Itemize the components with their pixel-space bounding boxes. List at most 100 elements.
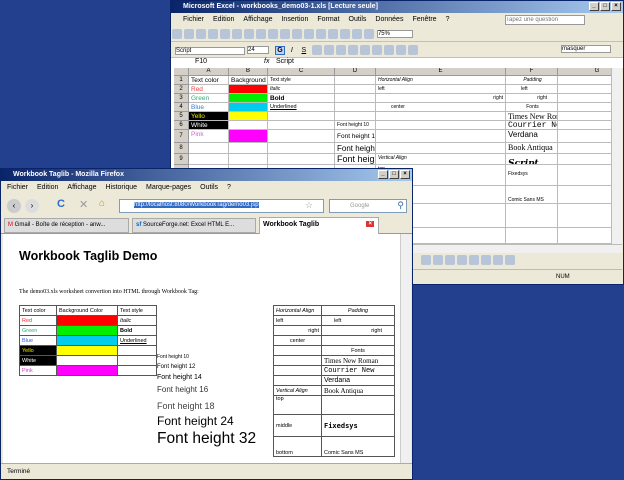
- row-header[interactable]: 7: [174, 130, 189, 143]
- euro-icon[interactable]: [371, 45, 382, 55]
- cell[interactable]: [229, 103, 268, 112]
- sum-icon[interactable]: [316, 29, 326, 39]
- menu-insertion[interactable]: Insertion: [281, 13, 308, 26]
- print-icon[interactable]: [208, 29, 218, 39]
- cell[interactable]: Bold: [268, 94, 335, 103]
- font-color-icon[interactable]: [445, 255, 455, 265]
- cell[interactable]: Padding: [506, 76, 558, 85]
- row-header[interactable]: 9: [174, 154, 189, 165]
- cell[interactable]: left: [506, 85, 558, 94]
- cell[interactable]: [335, 94, 376, 103]
- cell[interactable]: [229, 94, 268, 103]
- cell[interactable]: Fixedsys: [506, 165, 558, 186]
- row-header[interactable]: 8: [174, 143, 189, 154]
- cell[interactable]: [268, 121, 335, 130]
- cell[interactable]: Font height 12: [335, 130, 376, 143]
- cell[interactable]: [229, 85, 268, 94]
- cell[interactable]: Courrier New: [506, 121, 558, 130]
- menu-marque-pages[interactable]: Marque-pages: [146, 181, 191, 194]
- cell[interactable]: [335, 112, 376, 121]
- currency-icon[interactable]: [359, 45, 370, 55]
- cell[interactable]: [376, 130, 506, 143]
- cell[interactable]: [558, 94, 611, 103]
- cell[interactable]: Book Antiqua: [506, 143, 558, 154]
- page-scrollbar[interactable]: [400, 234, 411, 463]
- line-color-icon[interactable]: [433, 255, 443, 265]
- percent-icon[interactable]: [383, 45, 394, 55]
- cell[interactable]: [558, 103, 611, 112]
- cell[interactable]: [229, 112, 268, 121]
- menu-fichier[interactable]: Fichier: [7, 181, 28, 194]
- tab-gmail[interactable]: M Gmail - Boîte de réception - anw...: [4, 218, 129, 233]
- fill-color-icon[interactable]: [395, 45, 406, 55]
- column-header-d[interactable]: D: [335, 68, 376, 76]
- cell[interactable]: Yello: [189, 112, 229, 121]
- select-all-corner[interactable]: [174, 68, 189, 76]
- cell[interactable]: Times New Roman: [506, 112, 558, 121]
- row-header[interactable]: 3: [174, 94, 189, 103]
- cell[interactable]: [558, 165, 611, 186]
- tab-close-icon[interactable]: ×: [366, 221, 374, 227]
- cell[interactable]: [558, 228, 611, 244]
- cell[interactable]: [558, 154, 611, 165]
- arrow-style-icon[interactable]: [481, 255, 491, 265]
- menu-historique[interactable]: Historique: [105, 181, 137, 194]
- merge-icon[interactable]: [347, 45, 358, 55]
- tab-sourceforge[interactable]: sf SourceForge.net: Excel HTML E...: [132, 218, 256, 233]
- cell[interactable]: [229, 143, 268, 154]
- cell[interactable]: Font height 10: [335, 121, 376, 130]
- bookmark-star-icon[interactable]: ☆: [305, 200, 313, 211]
- formula-input[interactable]: Script: [276, 58, 294, 65]
- menu-help[interactable]: ?: [446, 13, 450, 26]
- line-style-icon[interactable]: [457, 255, 467, 265]
- menu-outils[interactable]: Outils: [200, 181, 218, 194]
- cell[interactable]: [558, 112, 611, 121]
- align-right-icon[interactable]: [335, 45, 346, 55]
- cell[interactable]: [268, 130, 335, 143]
- cell[interactable]: [558, 121, 611, 130]
- cell[interactable]: [229, 121, 268, 130]
- cell[interactable]: [335, 103, 376, 112]
- fill-color-icon[interactable]: [421, 255, 431, 265]
- row-header[interactable]: 4: [174, 103, 189, 112]
- row-header[interactable]: 2: [174, 85, 189, 94]
- style-select[interactable]: masquer: [561, 45, 611, 53]
- cell[interactable]: Red: [189, 85, 229, 94]
- paste-icon[interactable]: [268, 29, 278, 39]
- cell[interactable]: [558, 204, 611, 228]
- menu-fichier[interactable]: Fichier: [183, 13, 204, 26]
- drawing-icon[interactable]: [364, 29, 374, 39]
- cut-icon[interactable]: [244, 29, 254, 39]
- column-header-e[interactable]: E: [376, 68, 506, 76]
- menu-affichage[interactable]: Affichage: [67, 181, 96, 194]
- redo-icon[interactable]: [292, 29, 302, 39]
- tab-workbook-taglib[interactable]: Workbook Taglib ×: [259, 217, 379, 234]
- cell[interactable]: Vertical Align: [376, 154, 506, 165]
- open-icon[interactable]: [184, 29, 194, 39]
- back-button[interactable]: ‹: [7, 199, 21, 213]
- cell[interactable]: [335, 85, 376, 94]
- cell[interactable]: Blue: [189, 103, 229, 112]
- preview-icon[interactable]: [220, 29, 230, 39]
- align-center-icon[interactable]: [323, 45, 334, 55]
- cell[interactable]: Underlined: [268, 103, 335, 112]
- cell[interactable]: [229, 154, 268, 165]
- cell[interactable]: [335, 76, 376, 85]
- forward-button[interactable]: ›: [25, 199, 39, 213]
- menu-outils[interactable]: Outils: [349, 13, 367, 26]
- save-icon[interactable]: [196, 29, 206, 39]
- zoom-select[interactable]: 75%: [376, 30, 413, 38]
- align-left-icon[interactable]: [311, 45, 322, 55]
- column-header-c[interactable]: C: [268, 68, 335, 76]
- menu-edition[interactable]: Edition: [213, 13, 234, 26]
- column-header-a[interactable]: A: [189, 68, 229, 76]
- maximize-icon[interactable]: □: [600, 2, 610, 11]
- cell[interactable]: Font height 14: [335, 143, 376, 154]
- home-icon[interactable]: ⌂: [99, 198, 105, 209]
- maximize-icon[interactable]: □: [389, 170, 399, 179]
- row-header[interactable]: 1: [174, 76, 189, 85]
- cell[interactable]: [558, 130, 611, 143]
- column-header-b[interactable]: B: [229, 68, 268, 76]
- url-bar[interactable]: http://localhost:8080/WorkbookTag/demo03…: [119, 199, 324, 213]
- bold-button[interactable]: G: [274, 45, 285, 55]
